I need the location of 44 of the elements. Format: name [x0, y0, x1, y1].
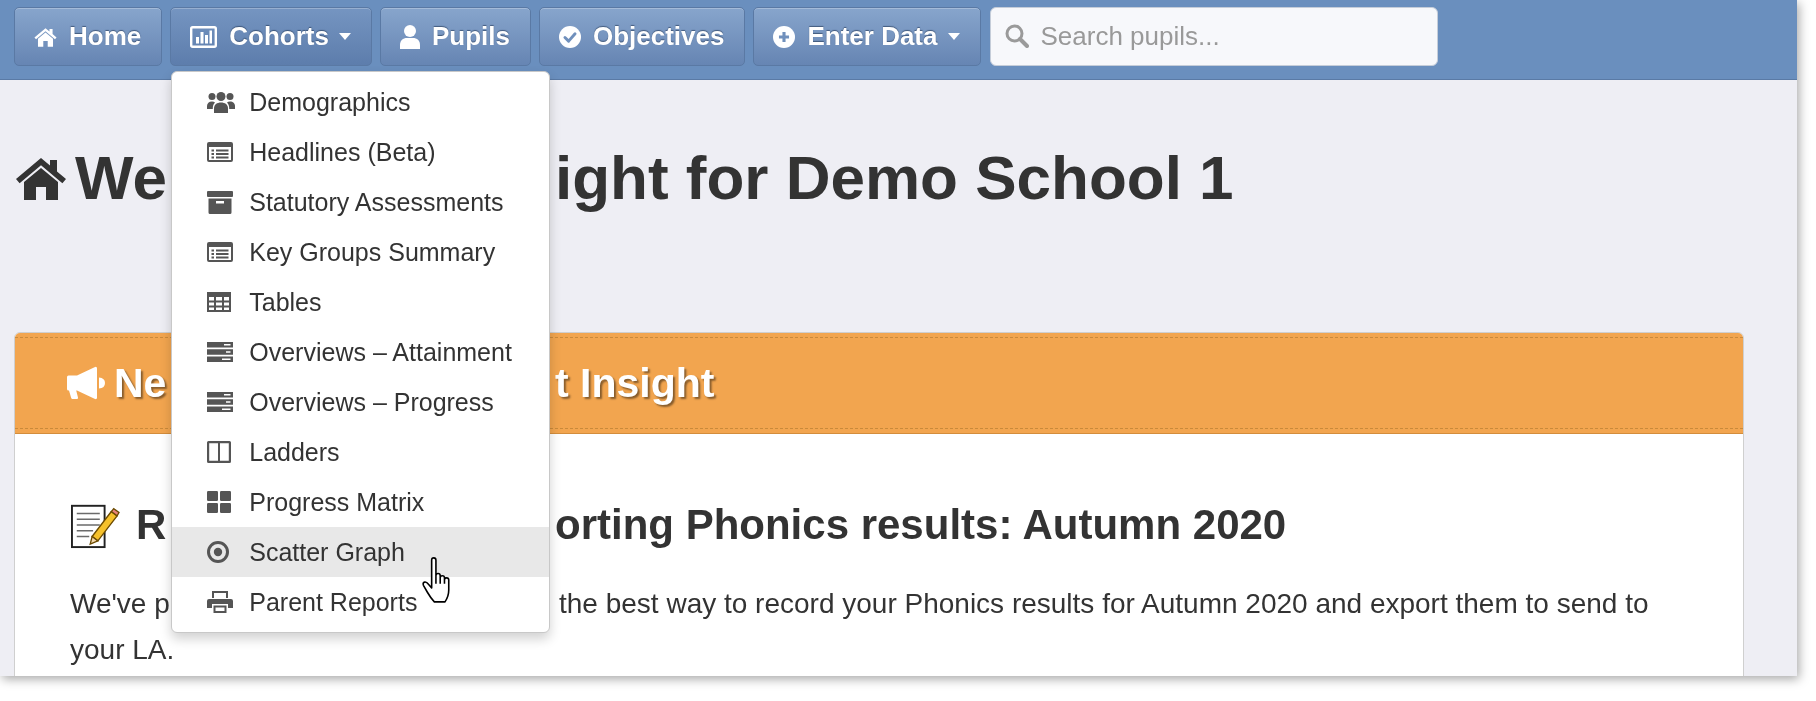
menu-item[interactable]: Overviews – Progress	[172, 377, 550, 427]
page-title: We	[75, 144, 167, 212]
stacked-bars-icon	[207, 392, 234, 412]
caret-icon	[338, 33, 351, 40]
page-title: ight for Demo School 1	[555, 144, 1234, 212]
printer-icon	[207, 591, 234, 613]
paragraph-text: the best way to record your Phonics results for Autumn 2020 and export them to send to	[559, 587, 1649, 621]
columns-icon	[207, 441, 232, 463]
paragraph-text: We've p	[70, 587, 170, 621]
menu-item[interactable]: Progress Matrix	[172, 477, 550, 527]
stacked-bars-icon	[207, 342, 234, 362]
search-icon	[1004, 24, 1029, 48]
article-title: R	[136, 500, 167, 550]
menu-item[interactable]: Key Groups Summary	[172, 227, 550, 277]
menu-item[interactable]: Tables	[172, 277, 550, 327]
notice-title: t Insight	[555, 359, 715, 407]
search-field[interactable]: Search pupils...	[989, 7, 1438, 66]
menu-item[interactable]: Ladders	[172, 427, 550, 477]
megaphone-icon	[66, 366, 106, 400]
target-icon	[207, 541, 230, 563]
bar-chart-icon	[190, 25, 218, 48]
house-icon	[15, 156, 67, 200]
check-circle-icon	[558, 25, 581, 48]
menu-item[interactable]: Demographics	[172, 77, 550, 127]
menu-item[interactable]: Statutory Assessments	[172, 177, 550, 227]
hand-cursor-icon	[422, 557, 452, 604]
user-icon	[399, 24, 420, 49]
notice-title: Ne	[114, 359, 167, 407]
people-icon	[207, 91, 236, 113]
caret-icon	[947, 33, 960, 40]
archive-box-icon	[207, 190, 234, 214]
grid-icon	[207, 491, 232, 513]
table-icon	[207, 292, 232, 312]
menu-item[interactable]: Headlines (Beta)	[172, 127, 550, 177]
list-icon	[207, 242, 234, 262]
house-icon	[34, 26, 57, 47]
paragraph-text: your LA.	[70, 633, 175, 667]
dropdown-button[interactable]: Cohorts	[170, 7, 372, 66]
menu-item[interactable]: Parent Reports	[172, 577, 550, 627]
menu-item[interactable]: Scatter Graph	[172, 527, 550, 577]
article-title: orting Phonics results: Autumn 2020	[555, 500, 1287, 550]
plus-circle-icon	[773, 25, 796, 48]
menu-item[interactable]: Overviews – Attainment	[172, 327, 550, 377]
list-icon	[207, 142, 234, 162]
